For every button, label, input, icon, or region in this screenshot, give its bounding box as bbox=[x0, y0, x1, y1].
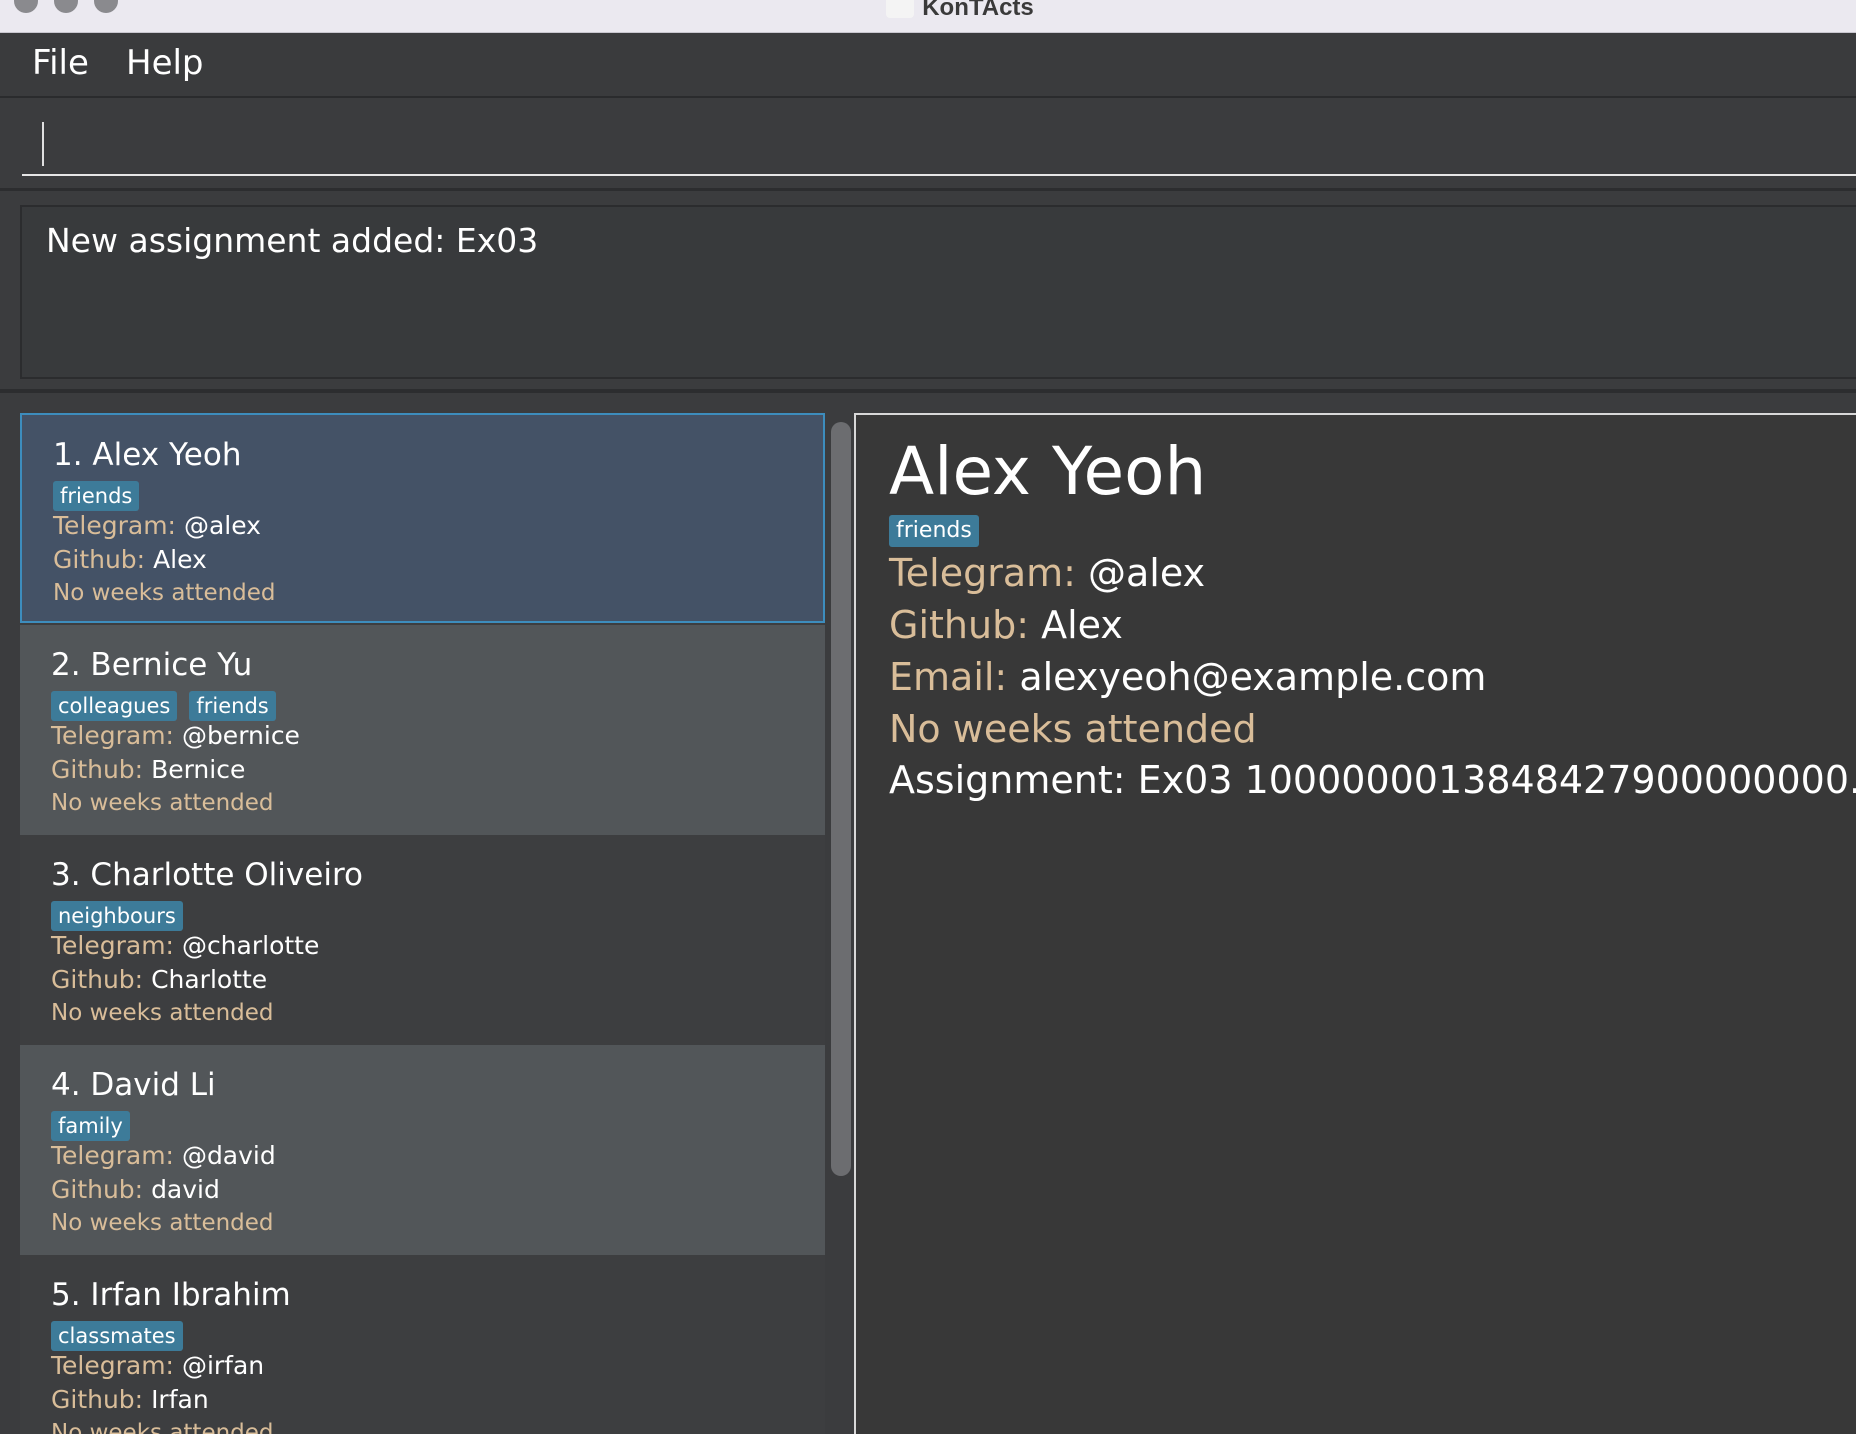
github-label: Github: bbox=[53, 545, 146, 574]
detail-email-label: Email: bbox=[889, 655, 1008, 699]
person-card[interactable]: 5. Irfan Ibrahim classmates Telegram: @i… bbox=[20, 1255, 825, 1434]
person-card[interactable]: 3. Charlotte Oliveiro neighbours Telegra… bbox=[20, 835, 825, 1045]
weeks-attended: No weeks attended bbox=[51, 790, 274, 816]
telegram-label: Telegram: bbox=[51, 1351, 174, 1380]
person-name: 3. Charlotte Oliveiro bbox=[51, 857, 363, 893]
menu-help[interactable]: Help bbox=[126, 43, 204, 83]
person-name: 2. Bernice Yu bbox=[51, 647, 253, 683]
telegram-field: Telegram: @david bbox=[51, 1141, 276, 1170]
result-text: New assignment added: Ex03 bbox=[46, 221, 539, 260]
detail-github-label: Github: bbox=[889, 603, 1029, 647]
person-detail-panel: Alex Yeoh friends Telegram: @alex Github… bbox=[854, 413, 1856, 1434]
detail-telegram-field: Telegram: @alex bbox=[889, 551, 1205, 595]
detail-assignment: Assignment: Ex03 10000000138484279000000… bbox=[889, 758, 1856, 802]
detail-tag-list: friends bbox=[889, 515, 991, 547]
github-value: david bbox=[151, 1175, 220, 1204]
detail-assignment-label: Assignment: bbox=[889, 758, 1126, 802]
window-title: KonTActs bbox=[0, 0, 1856, 22]
github-value: Alex bbox=[153, 545, 207, 574]
weeks-attended: No weeks attended bbox=[51, 1420, 274, 1434]
app-icon bbox=[886, 0, 915, 18]
github-field: Github: Alex bbox=[53, 545, 207, 574]
tag: classmates bbox=[51, 1321, 183, 1351]
person-name: 1. Alex Yeoh bbox=[53, 437, 242, 473]
telegram-label: Telegram: bbox=[51, 931, 174, 960]
person-name: 5. Irfan Ibrahim bbox=[51, 1277, 291, 1313]
tag-list: colleagues friends bbox=[51, 691, 288, 723]
tag: friends bbox=[189, 691, 276, 721]
person-card[interactable]: 4. David Li family Telegram: @david Gith… bbox=[20, 1045, 825, 1255]
telegram-label: Telegram: bbox=[53, 511, 176, 540]
github-field: Github: Charlotte bbox=[51, 965, 267, 994]
weeks-attended: No weeks attended bbox=[53, 580, 276, 606]
text-caret bbox=[42, 122, 44, 166]
detail-telegram-label: Telegram: bbox=[889, 551, 1076, 595]
menu-file[interactable]: File bbox=[32, 43, 89, 83]
github-value: Irfan bbox=[151, 1385, 209, 1414]
detail-telegram-value: @alex bbox=[1088, 551, 1206, 595]
tag: friends bbox=[53, 481, 140, 511]
telegram-value: @irfan bbox=[181, 1351, 265, 1380]
result-display[interactable]: New assignment added: Ex03 bbox=[20, 205, 1856, 379]
telegram-field: Telegram: @alex bbox=[53, 511, 261, 540]
person-list[interactable]: 1. Alex Yeoh friends Telegram: @alex Git… bbox=[20, 413, 825, 1434]
divider bbox=[0, 389, 1856, 393]
person-card[interactable]: 2. Bernice Yu colleagues friends Telegram… bbox=[20, 625, 825, 835]
window-title-text: KonTActs bbox=[922, 0, 1034, 21]
weeks-attended: No weeks attended bbox=[51, 1000, 274, 1026]
github-field: Github: Bernice bbox=[51, 755, 245, 784]
detail-assignment-value: Ex03 1000000013848427900000000.00 bbox=[1137, 758, 1856, 802]
telegram-field: Telegram: @irfan bbox=[51, 1351, 264, 1380]
person-name: 4. David Li bbox=[51, 1067, 216, 1103]
telegram-label: Telegram: bbox=[51, 1141, 174, 1170]
github-value: Bernice bbox=[151, 755, 246, 784]
tag: family bbox=[51, 1111, 130, 1141]
github-label: Github: bbox=[51, 755, 144, 784]
telegram-field: Telegram: @bernice bbox=[51, 721, 300, 750]
tag-list: neighbours bbox=[51, 901, 195, 933]
detail-github-value: Alex bbox=[1041, 603, 1123, 647]
command-input[interactable] bbox=[22, 98, 1856, 176]
list-scrollbar-thumb[interactable] bbox=[831, 422, 851, 1176]
tag-list: classmates bbox=[51, 1321, 195, 1353]
github-field: Github: Irfan bbox=[51, 1385, 209, 1414]
tag: neighbours bbox=[51, 901, 183, 931]
github-label: Github: bbox=[51, 1175, 144, 1204]
github-label: Github: bbox=[51, 1385, 144, 1414]
tag: colleagues bbox=[51, 691, 178, 721]
command-box bbox=[0, 98, 1856, 191]
tag-list: friends bbox=[53, 481, 151, 513]
telegram-label: Telegram: bbox=[51, 721, 174, 750]
telegram-field: Telegram: @charlotte bbox=[51, 931, 319, 960]
detail-name: Alex Yeoh bbox=[889, 433, 1207, 510]
tag-list: family bbox=[51, 1111, 142, 1143]
github-value: Charlotte bbox=[151, 965, 268, 994]
telegram-value: @bernice bbox=[181, 721, 300, 750]
detail-weeks-attended: No weeks attended bbox=[889, 707, 1257, 751]
detail-github-field: Github: Alex bbox=[889, 603, 1123, 647]
github-label: Github: bbox=[51, 965, 144, 994]
weeks-attended: No weeks attended bbox=[51, 1210, 274, 1236]
detail-email-field: Email: alexyeoh@example.com bbox=[889, 655, 1486, 699]
detail-tag: friends bbox=[889, 515, 979, 547]
title-bar: KonTActs bbox=[0, 0, 1856, 33]
telegram-value: @alex bbox=[183, 511, 261, 540]
telegram-value: @david bbox=[181, 1141, 276, 1170]
menu-bar: File Help bbox=[0, 33, 1856, 98]
telegram-value: @charlotte bbox=[181, 931, 320, 960]
github-field: Github: david bbox=[51, 1175, 220, 1204]
detail-email-value: alexyeoh@example.com bbox=[1019, 655, 1487, 699]
person-card[interactable]: 1. Alex Yeoh friends Telegram: @alex Git… bbox=[20, 413, 825, 623]
